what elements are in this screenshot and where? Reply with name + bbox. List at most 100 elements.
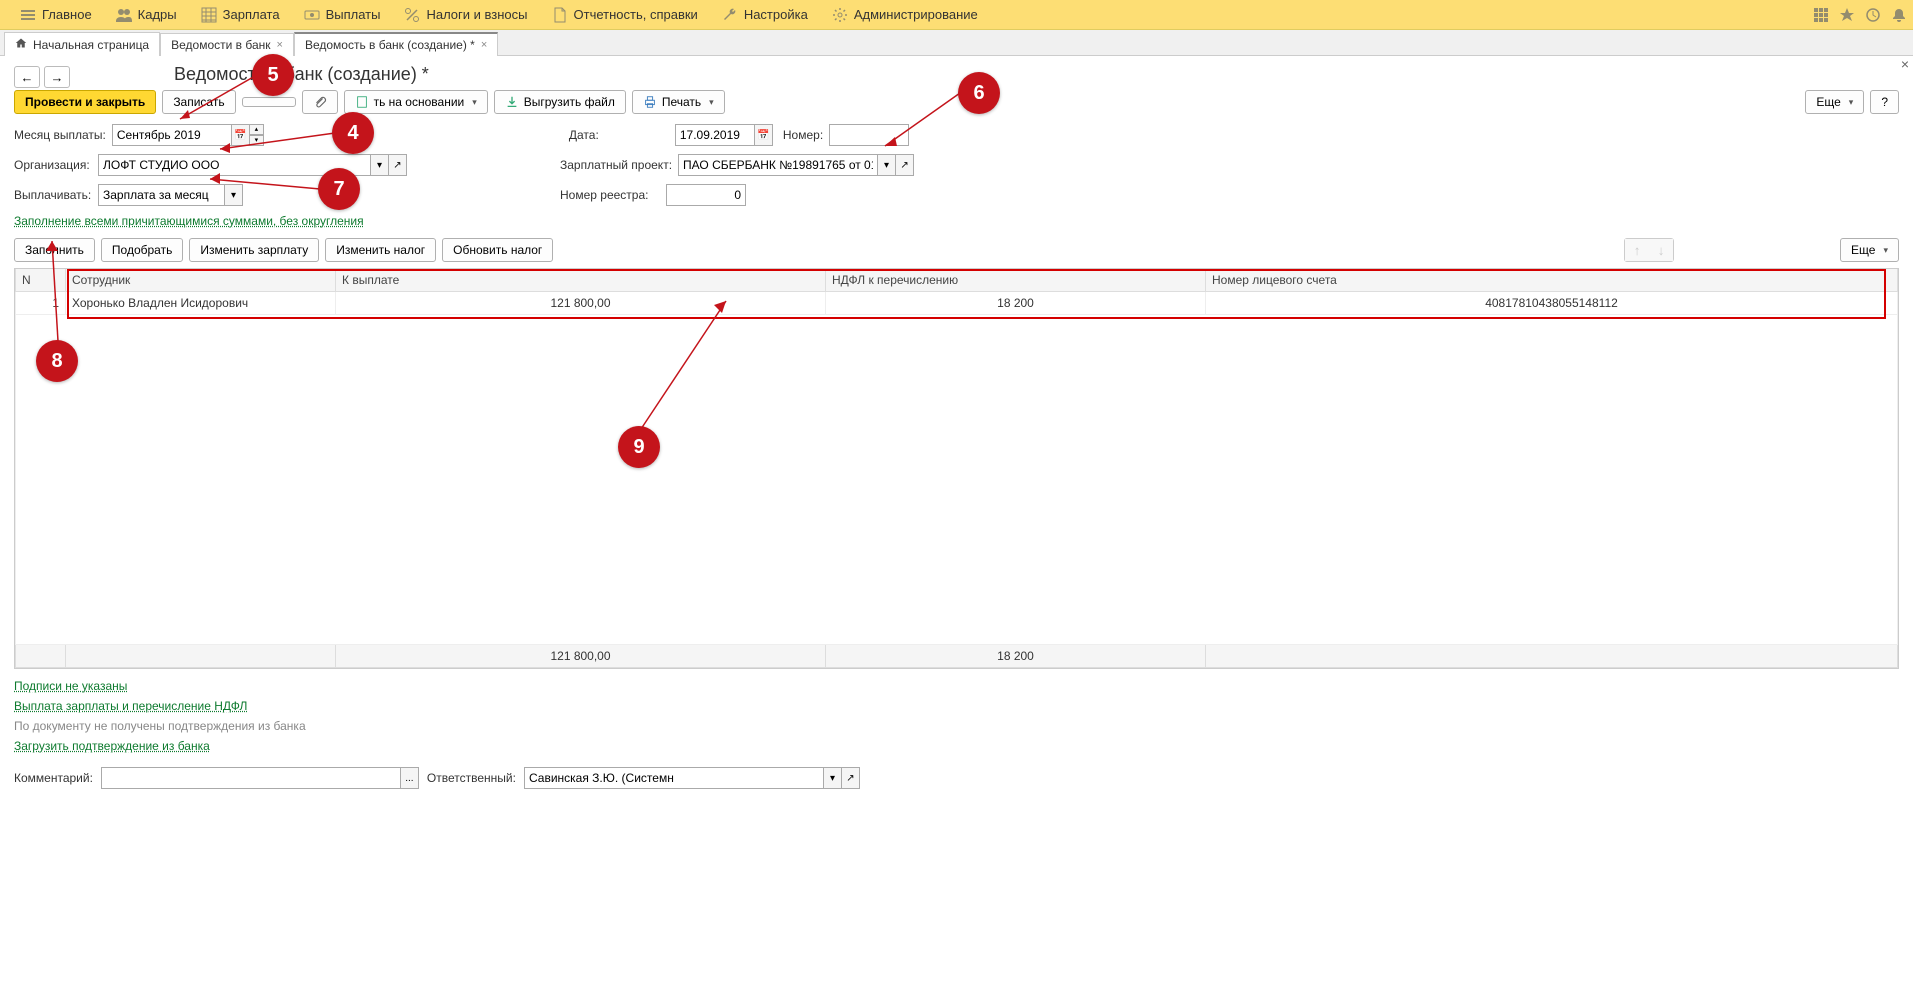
number-input[interactable]	[829, 124, 909, 146]
calendar-icon[interactable]: 📅	[232, 124, 250, 146]
cell-n: 1	[16, 292, 66, 315]
load-confirm-link[interactable]: Загрузить подтверждение из банка	[14, 739, 1899, 753]
col-account[interactable]: Номер лицевого счета	[1206, 269, 1898, 292]
tab-bar: Начальная страница Ведомости в банк × Ве…	[0, 30, 1913, 56]
number-label: Номер:	[783, 128, 823, 142]
menu-label: Настройка	[744, 7, 808, 22]
percent-icon	[404, 7, 420, 23]
marker-4: 4	[332, 112, 374, 154]
menu-label: Зарплата	[223, 7, 280, 22]
cell-tax: 18 200	[826, 292, 1206, 315]
marker-7: 7	[318, 168, 360, 210]
dropdown-icon[interactable]: ▾	[371, 154, 389, 176]
pay-input[interactable]	[98, 184, 225, 206]
spin-up[interactable]: ▴	[250, 124, 264, 135]
post-button[interactable]	[242, 97, 296, 107]
command-toolbar: Провести и закрыть Записать ть на основа…	[14, 90, 1899, 114]
registry-input[interactable]	[666, 184, 746, 206]
row-down-button[interactable]: ↓	[1649, 239, 1673, 261]
pay-label: Выплачивать:	[14, 188, 92, 202]
signatures-link[interactable]: Подписи не указаны	[14, 679, 1899, 693]
open-icon[interactable]: ↗	[842, 767, 860, 789]
export-icon	[505, 95, 519, 109]
update-tax-button[interactable]: Обновить налог	[442, 238, 553, 262]
close-page-icon[interactable]: ×	[1901, 56, 1909, 72]
col-tax[interactable]: НДФЛ к перечислению	[826, 269, 1206, 292]
comment-input[interactable]	[101, 767, 401, 789]
doc-icon	[552, 7, 568, 23]
print-button[interactable]: Печать	[632, 90, 725, 114]
close-icon[interactable]: ×	[481, 39, 487, 51]
create-based-button[interactable]: ть на основании	[344, 90, 488, 114]
dropdown-icon[interactable]: ▾	[824, 767, 842, 789]
date-input[interactable]	[675, 124, 755, 146]
cell-pay: 121 800,00	[336, 292, 826, 315]
export-file-button[interactable]: Выгрузить файл	[494, 90, 626, 114]
change-tax-button[interactable]: Изменить налог	[325, 238, 436, 262]
menu-label: Налоги и взносы	[426, 7, 527, 22]
comment-label: Комментарий:	[14, 771, 93, 785]
home-icon	[15, 37, 27, 52]
col-pay[interactable]: К выплате	[336, 269, 826, 292]
menu-icon	[20, 7, 36, 23]
wrench-icon	[722, 7, 738, 23]
menu-admin[interactable]: Администрирование	[820, 0, 990, 29]
apps-icon[interactable]	[1813, 7, 1829, 23]
menu-payments[interactable]: Выплаты	[292, 0, 393, 29]
nav-forward-button[interactable]: →	[44, 66, 70, 88]
menu-label: Кадры	[138, 7, 177, 22]
page-title: Ведомость в банк (создание) *	[174, 64, 429, 85]
employees-table: N Сотрудник К выплате НДФЛ к перечислени…	[14, 268, 1899, 669]
menu-settings[interactable]: Настройка	[710, 0, 820, 29]
fill-button[interactable]: Заполнить	[14, 238, 95, 262]
print-icon	[643, 95, 657, 109]
pick-button[interactable]: Подобрать	[101, 238, 183, 262]
dropdown-icon[interactable]: ▾	[878, 154, 896, 176]
tab-label: Начальная страница	[33, 38, 149, 52]
attach-button[interactable]	[302, 90, 338, 114]
doc-icon	[355, 95, 369, 109]
col-employee[interactable]: Сотрудник	[66, 269, 336, 292]
open-icon[interactable]: ↗	[389, 154, 407, 176]
spin-down[interactable]: ▾	[250, 135, 264, 146]
grid-empty-space	[16, 315, 1898, 645]
menu-taxes[interactable]: Налоги и взносы	[392, 0, 539, 29]
fill-hint-link[interactable]: Заполнение всеми причитающимися суммами,…	[14, 214, 364, 228]
menu-label: Главное	[42, 7, 92, 22]
nav-back-button[interactable]: ←	[14, 66, 40, 88]
save-button[interactable]: Записать	[162, 90, 235, 114]
menu-label: Выплаты	[326, 7, 381, 22]
row-up-button[interactable]: ↑	[1625, 239, 1649, 261]
bell-icon[interactable]	[1891, 7, 1907, 23]
star-icon[interactable]	[1839, 7, 1855, 23]
more-button-table[interactable]: Еще	[1840, 238, 1899, 262]
col-n[interactable]: N	[16, 269, 66, 292]
responsible-input[interactable]	[524, 767, 824, 789]
project-input[interactable]	[678, 154, 878, 176]
menu-hr[interactable]: Кадры	[104, 0, 189, 29]
open-icon[interactable]: ↗	[896, 154, 914, 176]
footer-tax: 18 200	[826, 645, 1206, 668]
close-icon[interactable]: ×	[277, 39, 283, 51]
pay-tax-link[interactable]: Выплата зарплаты и перечисление НДФЛ	[14, 699, 1899, 713]
menu-salary[interactable]: Зарплата	[189, 0, 292, 29]
calendar-icon[interactable]: 📅	[755, 124, 773, 146]
history-icon[interactable]	[1865, 7, 1881, 23]
more-button[interactable]: Еще	[1805, 90, 1864, 114]
month-input[interactable]	[112, 124, 232, 146]
dropdown-icon[interactable]: ▾	[225, 184, 243, 206]
cell-account: 40817810438055148112	[1206, 292, 1898, 315]
tab-home[interactable]: Начальная страница	[4, 32, 160, 56]
menu-main[interactable]: Главное	[8, 0, 104, 29]
tab-vedomosti[interactable]: Ведомости в банк ×	[160, 33, 294, 56]
table-row[interactable]: 1 Хоронько Владлен Исидорович 121 800,00…	[16, 292, 1898, 315]
gear-icon	[832, 7, 848, 23]
menu-reports[interactable]: Отчетность, справки	[540, 0, 710, 29]
help-button[interactable]: ?	[1870, 90, 1899, 114]
responsible-label: Ответственный:	[427, 771, 516, 785]
comment-expand-button[interactable]: ...	[401, 767, 419, 789]
change-salary-button[interactable]: Изменить зарплату	[189, 238, 319, 262]
post-and-close-button[interactable]: Провести и закрыть	[14, 90, 156, 114]
menu-label: Администрирование	[854, 7, 978, 22]
tab-vedomost-create[interactable]: Ведомость в банк (создание) * ×	[294, 32, 498, 56]
